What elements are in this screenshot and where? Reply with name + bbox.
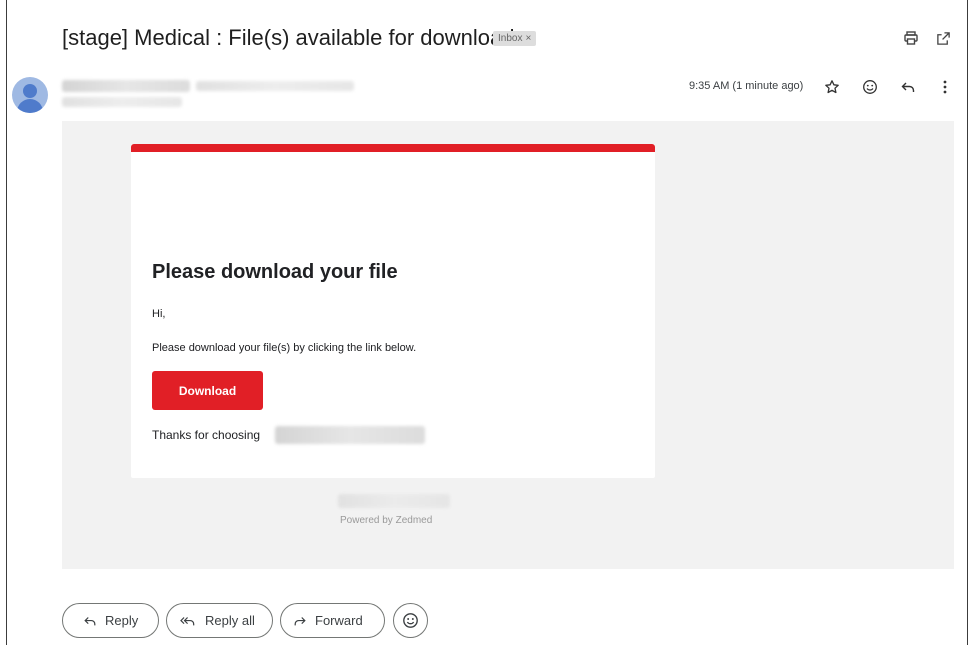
company-name-redacted (275, 426, 425, 444)
reply-button-label: Reply (105, 613, 139, 628)
download-button[interactable]: Download (152, 371, 263, 410)
card-accent-bar (131, 144, 655, 152)
remove-label-icon[interactable]: × (525, 33, 531, 44)
forward-button-label: Forward (315, 613, 363, 628)
recipient-redacted (62, 97, 182, 107)
inbox-label-badge[interactable]: Inbox × (493, 31, 537, 46)
sender-avatar[interactable] (12, 77, 48, 113)
forward-icon (293, 614, 307, 628)
reply-icon[interactable] (899, 78, 917, 96)
email-subject: [stage] Medical : File(s) available for … (62, 25, 515, 50)
email-thanks: Thanks for choosing (152, 428, 261, 442)
message-timestamp: 9:35 AM (1 minute ago) (689, 80, 804, 92)
reply-all-button[interactable]: Reply all (166, 603, 273, 638)
more-options-icon[interactable] (936, 78, 954, 96)
emoji-react-button[interactable] (393, 603, 428, 638)
footer-logo-redacted (338, 494, 450, 508)
reply-all-icon (179, 614, 197, 628)
sender-email-redacted (196, 81, 354, 91)
emoji-icon (403, 613, 418, 628)
sender-name-redacted (62, 80, 190, 92)
email-card: Please download your file Hi, Please dow… (131, 144, 655, 478)
forward-button[interactable]: Forward (280, 603, 385, 638)
email-greeting: Hi, (152, 308, 166, 320)
inbox-label-text: Inbox (498, 33, 523, 44)
email-title: Please download your file (152, 261, 398, 283)
email-instruction: Please download your file(s) by clicking… (152, 342, 417, 354)
reply-all-button-label: Reply all (205, 613, 255, 628)
star-icon[interactable] (823, 78, 841, 96)
emoji-reaction-icon[interactable] (861, 78, 879, 96)
powered-by-footer: Powered by Zedmed (340, 515, 433, 526)
reply-button[interactable]: Reply (62, 603, 159, 638)
print-icon[interactable] (902, 29, 920, 47)
open-in-new-window-icon[interactable] (934, 29, 952, 47)
reply-icon (83, 614, 97, 628)
